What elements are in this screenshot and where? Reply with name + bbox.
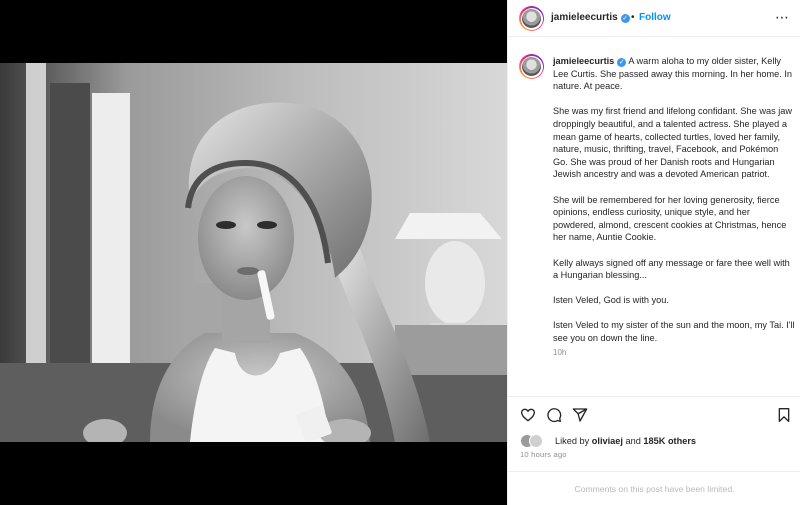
more-options-icon[interactable]: ⋯ [775, 10, 789, 24]
photo-image [0, 63, 507, 442]
likes-row: Liked by oliviaej and 185K others [520, 434, 790, 448]
liked-by-and: and [625, 436, 641, 446]
caption-paragraph: She will be remembered for her loving ge… [553, 194, 787, 243]
post-actions: Liked by oliviaej and 185K others 10 hou… [508, 396, 800, 471]
caption-username-link[interactable]: jamieleecurtis ✓ [553, 56, 627, 67]
post-photo[interactable] [0, 63, 507, 442]
likes-summary: Liked by oliviaej and 185K others [555, 436, 696, 446]
caption-avatar[interactable] [519, 54, 544, 79]
verified-badge-icon: ✓ [620, 14, 630, 23]
author-username-link[interactable]: jamieleecurtis ✓ [551, 12, 630, 23]
post-header: jamieleecurtis ✓ • Follow ⋯ [508, 0, 800, 37]
comments-limited-notice: Comments on this post have been limited. [508, 471, 800, 505]
caption-paragraph: Kelly always signed off any message or f… [553, 257, 790, 281]
caption-section: jamieleecurtis ✓ A warm aloha to my older… [508, 37, 800, 395]
media-panel [0, 0, 507, 505]
author-avatar[interactable] [519, 6, 544, 31]
follow-button[interactable]: Follow [639, 12, 671, 23]
author-username: jamieleecurtis [551, 12, 618, 23]
liked-by-user-link[interactable]: oliviaej [592, 436, 623, 446]
post-timestamp[interactable]: 10 hours ago [520, 450, 567, 459]
liker-avatar[interactable] [529, 434, 543, 448]
caption-text: jamieleecurtis ✓ A warm aloha to my older… [553, 55, 795, 357]
liked-by-prefix: Liked by [555, 436, 590, 446]
bookmark-icon[interactable] [776, 407, 792, 423]
likes-count-link[interactable]: 185K others [643, 436, 696, 446]
caption-timestamp[interactable]: 10h [553, 348, 566, 357]
comment-icon[interactable] [546, 407, 562, 423]
caption-paragraph: Isten Veled, God is with you. [553, 295, 669, 306]
caption-paragraph: She was my first friend and lifelong con… [553, 106, 792, 180]
post-side-panel: jamieleecurtis ✓ • Follow ⋯ jamieleecurti… [507, 0, 800, 505]
caption-username: jamieleecurtis [553, 56, 615, 66]
verified-badge-icon: ✓ [617, 58, 627, 67]
share-icon[interactable] [572, 407, 588, 423]
caption-paragraph: Isten Veled to my sister of the sun and … [553, 320, 795, 344]
post-view: jamieleecurtis ✓ • Follow ⋯ jamieleecurti… [0, 0, 800, 505]
heart-icon[interactable] [520, 407, 536, 423]
header-separator: • [631, 12, 635, 23]
